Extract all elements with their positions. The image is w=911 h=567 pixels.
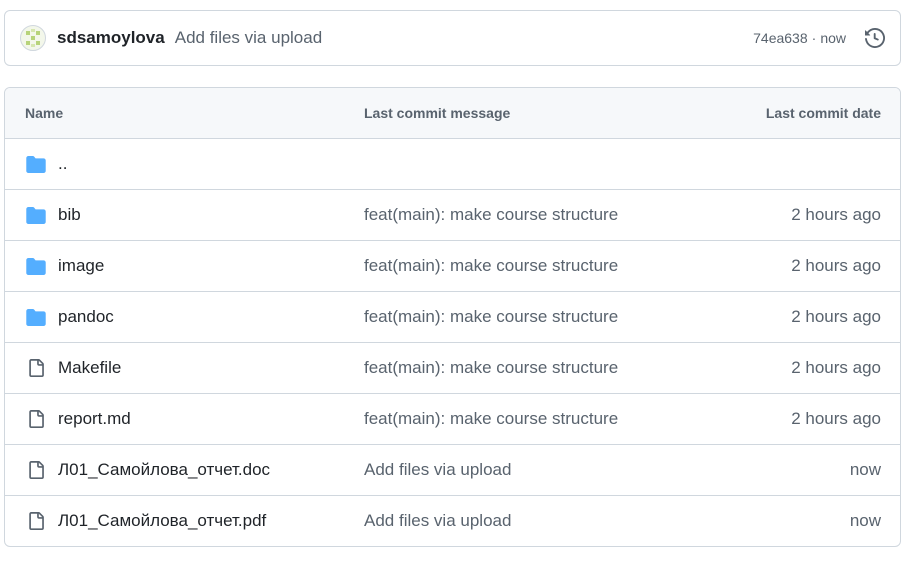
latest-commit-bar: sdsamoylova Add files via upload 74ea638… [4,10,901,66]
table-row-parent-dir[interactable]: .. [5,139,900,190]
commit-separator: · [811,30,817,46]
commit-date-cell: 2 hours ago [791,409,881,428]
commit-message-cell[interactable]: Add files via upload [364,460,511,480]
commit-time: now [820,30,846,46]
file-icon [25,459,47,481]
commit-message-cell[interactable]: Add files via upload [364,511,511,531]
commit-message-cell[interactable]: feat(main): make course structure [364,409,618,429]
commit-date-cell: 2 hours ago [791,358,881,377]
file-name-link[interactable]: report.md [58,409,131,429]
commit-meta: 74ea638 · now [753,27,886,49]
file-name-link[interactable]: bib [58,205,81,225]
column-header-message: Last commit message [364,105,511,121]
commit-sha-link[interactable]: 74ea638 [753,30,808,46]
commit-message-cell[interactable]: feat(main): make course structure [364,358,618,378]
commit-message-link[interactable]: Add files via upload [175,28,322,48]
table-row[interactable]: Makefile feat(main): make course structu… [5,343,900,394]
table-row[interactable]: bib feat(main): make course structure 2 … [5,190,900,241]
file-icon [25,357,47,379]
file-icon [25,510,47,532]
file-name-link[interactable]: .. [58,154,67,174]
commit-date-cell: now [849,511,881,530]
commit-date-cell: 2 hours ago [791,256,881,275]
commit-date-cell: 2 hours ago [791,307,881,326]
column-header-date: Last commit date [765,105,881,121]
table-row[interactable]: Л01_Самойлова_отчет.doc Add files via up… [5,445,900,496]
folder-icon [25,255,47,277]
column-header-name: Name [25,105,64,121]
table-row[interactable]: pandoc feat(main): make course structure… [5,292,900,343]
file-name-link[interactable]: pandoc [58,307,114,327]
file-name-link[interactable]: Makefile [58,358,121,378]
file-name-link[interactable]: image [58,256,104,276]
table-row[interactable]: Л01_Самойлова_отчет.pdf Add files via up… [5,496,900,546]
file-name-link[interactable]: Л01_Самойлова_отчет.doc [58,460,270,480]
history-icon[interactable] [864,27,886,49]
commit-date-cell: 2 hours ago [791,205,881,224]
file-name-link[interactable]: Л01_Самойлова_отчет.pdf [58,511,266,531]
commit-message-cell[interactable]: feat(main): make course structure [364,205,618,225]
file-table: Name Last commit message Last commit dat… [4,87,901,547]
file-icon [25,408,47,430]
commit-author-link[interactable]: sdsamoylova [57,28,165,48]
file-table-header: Name Last commit message Last commit dat… [5,88,900,139]
commit-message-cell[interactable]: feat(main): make course structure [364,256,618,276]
commit-message-cell[interactable]: feat(main): make course structure [364,307,618,327]
commit-date-cell: now [849,460,881,479]
folder-icon [25,153,47,175]
folder-icon [25,306,47,328]
author-avatar[interactable] [20,25,46,51]
folder-icon [25,204,47,226]
table-row[interactable]: report.md feat(main): make course struct… [5,394,900,445]
table-row[interactable]: image feat(main): make course structure … [5,241,900,292]
